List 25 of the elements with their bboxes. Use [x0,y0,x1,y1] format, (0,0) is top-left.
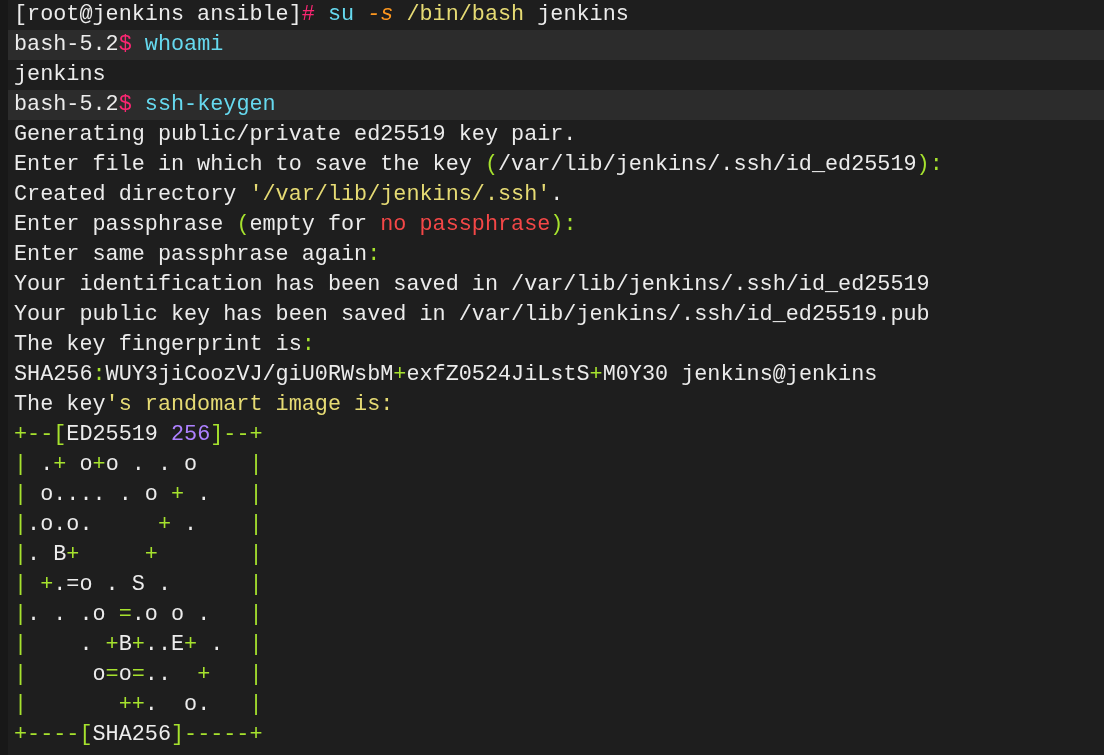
terminal-line: | ++. o. | [14,692,263,718]
terminal-line: | o.... . o + . | [14,482,263,508]
terminal-line: +----[SHA256]-----+ [14,722,263,748]
terminal-line: bash-5.2$ whoami [14,32,224,58]
terminal-line: Your public key has been saved in /var/lib/jenkins/.ssh/id_ed25519.pub [14,302,930,328]
terminal-line: Enter same passphrase again: [14,242,381,268]
terminal-line: Created directory '/var/lib/jenkins/.ssh'. [14,182,564,208]
terminal-line: | . +B+..E+ . | [14,632,263,658]
terminal-line: | o=o=.. + | [14,662,263,688]
terminal-line: |. B+ + | [14,542,263,568]
terminal-line: Enter file in which to save the key (/var/lib/jenkins/.ssh/id_ed25519): [14,152,943,178]
terminal-line: | .+ o+o . . o | [14,452,263,478]
terminal-line: The key's randomart image is: [14,392,394,418]
terminal-line: |.o.o. + . | [14,512,263,538]
terminal-line: [root@jenkins ansible]# su -s /bin/bash jenkins [14,2,629,28]
terminal-line: jenkins [14,62,106,88]
terminal-line: +--[ED25519 256]--+ [14,422,263,448]
terminal-line: bash-5.2$ ssh-keygen [14,92,276,118]
terminal-line: Your identification has been saved in /var/lib/jenkins/.ssh/id_ed25519 [14,272,930,298]
terminal-line: The key fingerprint is: [14,332,315,358]
terminal-line: | +.=o . S . | [14,572,263,598]
terminal-line: SHA256:WUY3jiCoozVJ/giU0RWsbM+exfZ0524JiLstS+M0Y30 jenkins@jenkins [14,362,878,388]
terminal-line: Enter passphrase (empty for no passphrase): [14,212,577,238]
terminal-line: |. . .o =.o o . | [14,602,263,628]
terminal-line: Generating public/private ed25519 key pair. [14,122,577,148]
